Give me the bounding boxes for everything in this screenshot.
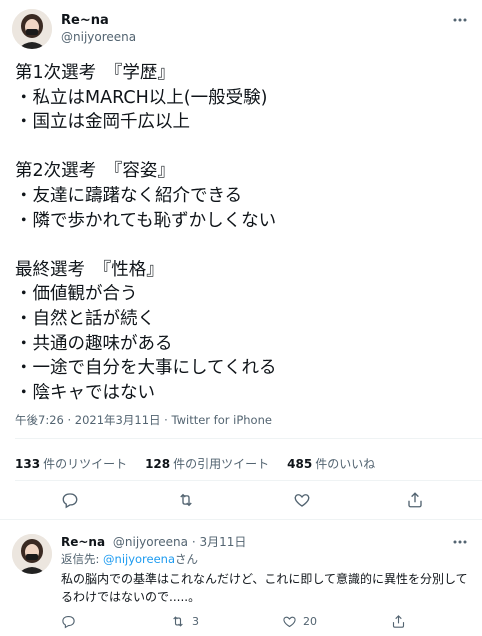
tweet-line: ・自然と話が続く bbox=[15, 308, 155, 329]
more-icon[interactable] bbox=[452, 534, 468, 550]
tweet-line: ・陰キャではない bbox=[15, 382, 155, 403]
author-name[interactable]: Re~na bbox=[61, 13, 109, 28]
divider bbox=[15, 438, 482, 439]
tweet-line: ・共通の趣味がある bbox=[15, 333, 173, 354]
retweet-count: 3 bbox=[192, 614, 199, 628]
retweet-icon bbox=[173, 615, 183, 627]
divider bbox=[15, 480, 482, 481]
retweet-stat[interactable]: 133 件のリツイート bbox=[15, 455, 127, 472]
reply-text: 私の脳内での基準はこれなんだけど、これに即して意識的に異性を分別してるわけではな… bbox=[61, 572, 468, 604]
avatar[interactable] bbox=[12, 534, 52, 574]
like-stat[interactable]: 485 件のいいね bbox=[287, 455, 375, 472]
like-count: 20 bbox=[303, 614, 317, 628]
retweet-button[interactable]: 3 bbox=[170, 612, 199, 630]
tweet-actions bbox=[0, 490, 482, 514]
tweet-line bbox=[15, 233, 475, 258]
reply-author-handle[interactable]: @nijyoreena bbox=[113, 535, 188, 549]
more-icon[interactable] bbox=[452, 12, 468, 28]
reply-actions: 3 20 bbox=[0, 612, 482, 632]
reply-author-name[interactable]: Re~na bbox=[61, 535, 105, 549]
share-icon[interactable] bbox=[391, 612, 406, 630]
heart-icon[interactable] bbox=[292, 490, 312, 510]
tweet-stats: 133 件のリツイート 128 件の引用ツイート 485 件のいいね bbox=[15, 455, 375, 472]
avatar[interactable] bbox=[12, 9, 52, 49]
reply-header: Re~na @nijyoreena · 3月11日 bbox=[61, 533, 246, 550]
like-button[interactable]: 20 bbox=[282, 612, 317, 630]
reply-date[interactable]: · 3月11日 bbox=[192, 535, 247, 549]
divider bbox=[0, 519, 482, 520]
tweet-text: 第1次選考 『学歴』・私立はMARCH以上(一般受験) ・国立は金岡千広以上 第2次… bbox=[15, 61, 475, 405]
tweet-line: ・価値観が合う bbox=[15, 284, 138, 305]
reply-icon[interactable] bbox=[61, 612, 76, 630]
main-tweet: Re~na @nijyoreena 第1次選考 『学歴』・私立はMARCH以上(… bbox=[0, 0, 482, 520]
retweet-icon[interactable] bbox=[176, 490, 196, 510]
author-handle[interactable]: @nijyoreena bbox=[61, 30, 136, 44]
tweet-timestamp[interactable]: 午後7:26 · 2021年3月11日 · Twitter for iPhone bbox=[15, 412, 272, 428]
tweet-line: 第2次選考 『容姿』 bbox=[15, 161, 175, 182]
reply-icon[interactable] bbox=[60, 490, 80, 510]
replying-to-handle[interactable]: @nijyoreena bbox=[103, 552, 175, 566]
share-icon[interactable] bbox=[405, 490, 425, 510]
tweet-line bbox=[15, 135, 475, 160]
tweet-line: ・一途で自分を大事にしてくれる bbox=[15, 358, 277, 379]
heart-icon bbox=[283, 616, 296, 627]
tweet-line: ・友達に躊躇なく紹介できる bbox=[15, 185, 243, 206]
reply-tweet[interactable]: Re~na @nijyoreena · 3月11日 返信先: @nijyoree… bbox=[0, 522, 482, 636]
replying-to: 返信先: @nijyoreenaさん bbox=[61, 552, 199, 566]
tweet-line: 最終選考 『性格』 bbox=[15, 259, 164, 280]
tweet-line: ・国立は金岡千広以上 bbox=[15, 112, 190, 133]
tweet-line: ・私立はMARCH以上(一般受験) bbox=[15, 87, 268, 108]
tweet-line: ・隣で歩かれても恥ずかしくない bbox=[15, 210, 277, 231]
tweet-line: 第1次選考 『学歴』 bbox=[15, 63, 175, 83]
quote-stat[interactable]: 128 件の引用ツイート bbox=[145, 455, 269, 472]
